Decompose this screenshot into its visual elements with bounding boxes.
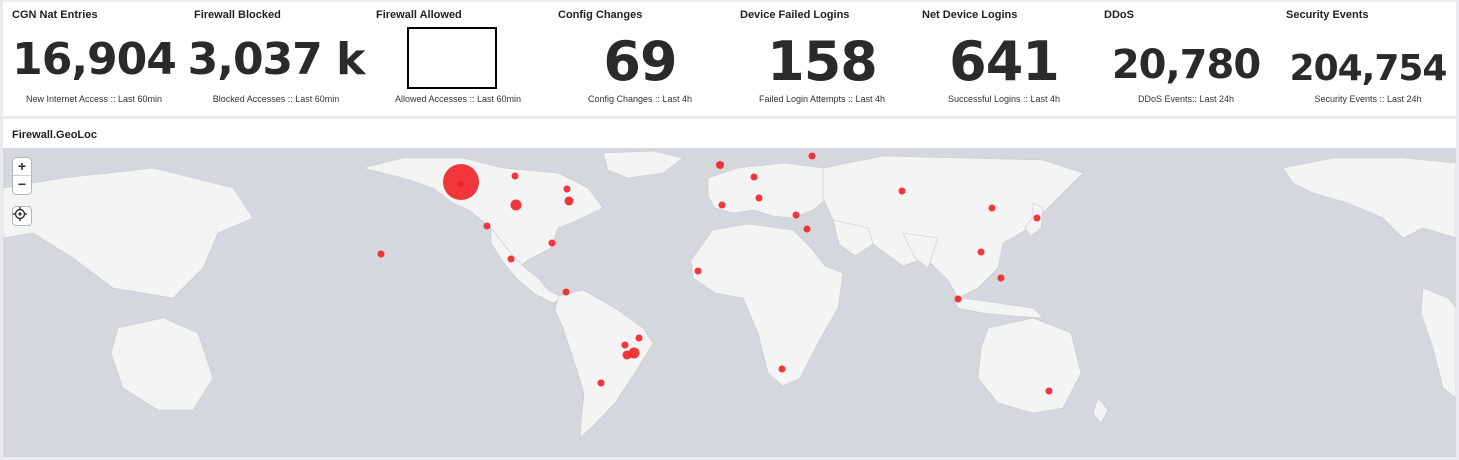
map-marker[interactable] <box>997 274 1005 282</box>
metric-value: 20,780 <box>1111 42 1261 88</box>
map-marker[interactable] <box>483 222 491 230</box>
metric-config-changes[interactable]: Config Changes 69 Config Changes :: Last… <box>549 2 731 116</box>
geoloc-panel: Firewall.GeoLoc + − <box>3 119 1456 457</box>
metric-firewall-blocked[interactable]: Firewall Blocked 3,037 k Blocked Accesse… <box>185 2 367 116</box>
map-marker[interactable] <box>954 295 962 303</box>
metric-value: 204,754 <box>1289 48 1448 89</box>
metric-title: Config Changes <box>558 9 643 21</box>
metric-subtitle: DDoS Events:: Last 24h <box>1137 94 1235 104</box>
map-marker[interactable] <box>718 201 726 209</box>
metric-device-failed-logins[interactable]: Device Failed Logins 158 Failed Login At… <box>731 2 913 116</box>
map-marker[interactable] <box>803 225 811 233</box>
metric-empty-value-box <box>407 27 497 89</box>
land-layer <box>3 150 1456 439</box>
map-canvas <box>3 150 1456 439</box>
zoom-out-button[interactable]: − <box>13 176 31 194</box>
metric-title: Firewall Allowed <box>376 9 462 21</box>
metric-subtitle: New Internet Access :: Last 60min <box>25 94 163 104</box>
map-marker[interactable] <box>511 172 519 180</box>
map-marker[interactable] <box>510 199 522 211</box>
map-marker[interactable] <box>597 379 605 387</box>
metric-title: CGN Nat Entries <box>12 9 98 21</box>
metrics-row: CGN Nat Entries 16,904 New Internet Acce… <box>3 2 1456 116</box>
crosshair-icon <box>13 207 27 221</box>
map-marker[interactable] <box>622 350 632 360</box>
metric-value: 158 <box>767 30 878 93</box>
land-asia-west-copy <box>3 167 254 299</box>
map-marker[interactable] <box>716 161 724 169</box>
map-marker[interactable] <box>778 365 786 373</box>
metric-cgn-nat-entries[interactable]: CGN Nat Entries 16,904 New Internet Acce… <box>3 2 185 116</box>
map-marker[interactable] <box>755 194 763 202</box>
map-marker[interactable] <box>792 211 800 219</box>
metric-net-device-logins[interactable]: Net Device Logins 641 Successful Logins … <box>913 2 1095 116</box>
map-marker[interactable] <box>898 187 906 195</box>
map-marker[interactable] <box>457 180 465 188</box>
metric-title: Security Events <box>1286 9 1369 21</box>
map-marker[interactable] <box>808 152 816 160</box>
map-marker[interactable] <box>621 341 629 349</box>
metric-title: Net Device Logins <box>922 9 1018 21</box>
metric-subtitle: Config Changes :: Last 4h <box>587 94 693 104</box>
map-marker[interactable] <box>548 239 556 247</box>
map-marker[interactable] <box>635 334 643 342</box>
metric-subtitle: Failed Login Attempts :: Last 4h <box>758 94 886 104</box>
metric-value: 69 <box>603 30 677 93</box>
land-indonesia <box>952 297 1044 319</box>
map-marker[interactable] <box>507 255 515 263</box>
land-australia <box>977 317 1082 414</box>
land-greenland <box>602 150 684 179</box>
world-map[interactable]: + − <box>3 148 1456 457</box>
map-marker[interactable] <box>1045 387 1053 395</box>
land-south-america-east-copy <box>1420 287 1456 399</box>
map-marker[interactable] <box>1033 214 1041 222</box>
land-africa <box>690 223 844 387</box>
locate-button[interactable] <box>12 206 32 226</box>
land-new-zealand <box>1092 397 1109 424</box>
metric-title: DDoS <box>1104 9 1134 21</box>
map-marker[interactable] <box>564 196 574 206</box>
metric-subtitle: Successful Logins :: Last 4h <box>947 94 1061 104</box>
metric-subtitle: Allowed Accesses :: Last 60min <box>394 94 522 104</box>
metric-ddos[interactable]: DDoS 20,780 DDoS Events:: Last 24h <box>1095 2 1277 116</box>
land-south-america <box>554 289 654 439</box>
map-marker[interactable] <box>562 288 570 296</box>
land-north-america-east-copy <box>1282 157 1456 239</box>
metric-value: 16,904 <box>12 34 177 85</box>
metric-value: 641 <box>949 30 1060 93</box>
zoom-in-button[interactable]: + <box>13 158 31 176</box>
map-marker[interactable] <box>750 173 758 181</box>
land-australia-west-copy <box>110 317 214 411</box>
map-marker[interactable] <box>977 248 985 256</box>
land-europe <box>707 162 834 219</box>
metric-security-events[interactable]: Security Events 204,754 Security Events … <box>1277 2 1459 116</box>
map-marker[interactable] <box>988 204 996 212</box>
metric-firewall-allowed[interactable]: Firewall Allowed Allowed Accesses :: Las… <box>367 2 549 116</box>
zoom-control: + − <box>12 157 32 195</box>
metric-subtitle: Security Events :: Last 24h <box>1314 94 1422 104</box>
panel-title: Firewall.GeoLoc <box>12 129 97 141</box>
map-marker[interactable] <box>377 250 385 258</box>
land-north-america <box>362 157 604 271</box>
map-marker[interactable] <box>563 185 571 193</box>
metric-value: 3,037 k <box>187 34 366 85</box>
metric-title: Device Failed Logins <box>740 9 850 21</box>
metric-title: Firewall Blocked <box>194 9 281 21</box>
map-marker[interactable] <box>694 267 702 275</box>
metric-subtitle: Blocked Accesses :: Last 60min <box>212 94 340 104</box>
